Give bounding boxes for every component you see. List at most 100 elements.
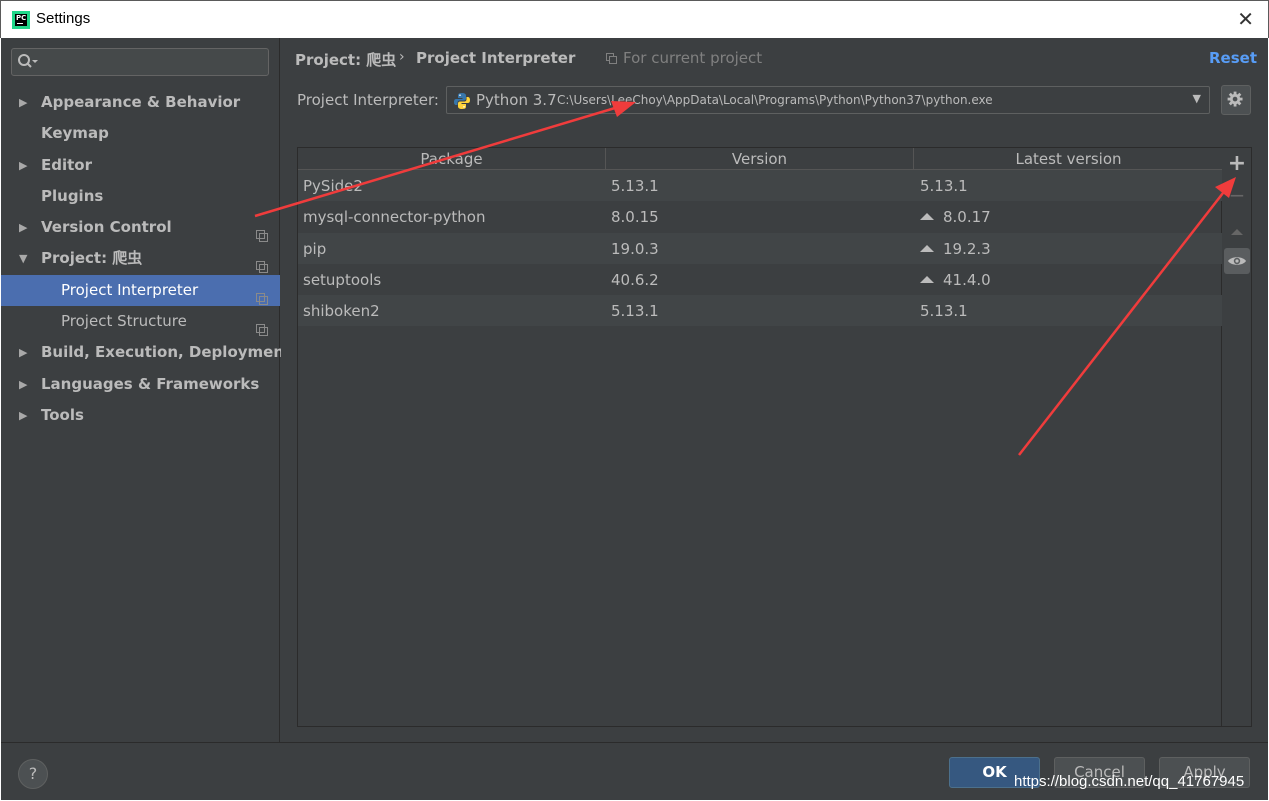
table-row[interactable]: setuptools 40.6.2 41.4.0: [298, 264, 1223, 295]
chevron-right-icon[interactable]: ▶: [19, 87, 27, 118]
remove-package-button[interactable]: −: [1226, 185, 1248, 208]
package-name-cell: shiboken2: [303, 302, 380, 321]
package-name-cell: setuptools: [303, 270, 382, 289]
sidebar-item-label: Version Control: [41, 218, 172, 237]
sidebar-item-editor[interactable]: ▶ Editor: [1, 150, 280, 181]
chevron-down-icon: ▼: [1192, 92, 1201, 105]
project-scope-icon: [256, 222, 268, 243]
add-package-button[interactable]: +: [1226, 153, 1248, 176]
sidebar-item-label: Languages & Frameworks: [41, 374, 260, 393]
latest-version-text: 8.0.17: [943, 208, 991, 227]
sidebar-item-project-interpreter[interactable]: Project Interpreter: [1, 274, 280, 307]
page-title: Project Interpreter: [416, 49, 576, 67]
dialog-footer: ? OK Cancel Apply https://blog.csdn.net/…: [1, 742, 1268, 800]
sidebar-item-plugins[interactable]: Plugins: [1, 181, 280, 212]
table-row[interactable]: pip 19.0.3 19.2.3: [298, 232, 1223, 264]
chevron-right-icon[interactable]: ▶: [19, 400, 27, 431]
sidebar-item-label: Project: 爬虫: [41, 249, 143, 268]
pycharm-logo-icon: PC: [12, 11, 30, 29]
breadcrumb-separator: ›: [399, 49, 405, 65]
interpreter-dropdown[interactable]: Python 3.7 C:\Users\LeeChoy\AppData\Loca…: [446, 86, 1210, 114]
python-logo-icon: [454, 93, 470, 109]
breadcrumb-parent: Project: 爬虫: [295, 51, 397, 69]
sidebar-item-tools[interactable]: ▶ Tools: [1, 400, 280, 431]
sidebar-item-label: Build, Execution, Deployment: [41, 343, 292, 362]
sidebar-item-label: Editor: [41, 155, 92, 174]
interpreter-settings-button[interactable]: [1221, 85, 1251, 115]
version-cell: 5.13.1: [611, 177, 659, 195]
sidebar-item-project-structure[interactable]: Project Structure: [1, 306, 280, 337]
reset-link[interactable]: Reset: [1209, 49, 1257, 67]
latest-version-cell: 5.13.1: [920, 302, 968, 320]
latest-version-cell: 8.0.17: [920, 208, 991, 226]
scope-label: For current project: [623, 49, 763, 67]
project-scope-icon: [256, 253, 268, 274]
upgrade-available-icon: [920, 275, 934, 283]
latest-version-cell: 41.4.0: [920, 271, 991, 289]
version-cell: 40.6.2: [611, 270, 659, 289]
sidebar-item-label: Project Interpreter: [61, 280, 199, 299]
column-header-version[interactable]: Version: [606, 148, 914, 170]
sidebar-item-label: Appearance & Behavior: [41, 93, 241, 111]
packages-table: Package Version Latest version PySide2 5.…: [297, 147, 1223, 727]
sidebar-item-appearance-behavior[interactable]: ▶ Appearance & Behavior: [1, 87, 280, 118]
sidebar-item-build-execution-deployment[interactable]: ▶ Build, Execution, Deployment: [1, 337, 291, 368]
project-scope-icon: [256, 285, 268, 305]
settings-sidebar: ▶ Appearance & Behavior Keymap ▶ Editor Plugi…: [1, 38, 291, 742]
interpreter-path: C:\Users\LeeChoy\AppData\Local\Programs\…: [557, 93, 993, 107]
version-cell: 5.13.1: [611, 302, 659, 321]
upgrade-available-icon: [920, 244, 934, 252]
latest-version-text: 19.2.3: [943, 239, 991, 258]
sidebar-item-project[interactable]: ▼ Project: 爬虫: [1, 243, 280, 274]
table-row[interactable]: PySide2 5.13.1 5.13.1: [298, 170, 1223, 202]
sidebar-item-label: Tools: [41, 405, 84, 424]
chevron-right-icon[interactable]: ▶: [19, 369, 27, 400]
table-body: PySide2 5.13.1 5.13.1 mysql-connector-pytho…: [298, 170, 1223, 327]
window-title: Settings: [36, 10, 91, 27]
close-icon[interactable]: ✕: [1237, 7, 1254, 31]
table-header: Package Version Latest version: [298, 148, 1223, 170]
latest-version-text: 5.13.1: [920, 177, 968, 195]
version-cell: 19.0.3: [611, 239, 659, 258]
sidebar-item-label: Plugins: [41, 186, 104, 205]
sidebar-item-label: Keymap: [41, 124, 109, 143]
sidebar-item-languages-frameworks[interactable]: ▶ Languages & Frameworks: [1, 369, 280, 400]
settings-search-input[interactable]: [11, 48, 269, 76]
settings-tree: ▶ Appearance & Behavior Keymap ▶ Editor Plugi…: [1, 87, 291, 431]
package-toolbar: + −: [1222, 147, 1252, 727]
upgrade-icon: [1231, 229, 1243, 235]
interpreter-label: Project Interpreter:: [297, 91, 439, 109]
upgrade-package-button[interactable]: [1226, 220, 1248, 242]
latest-version-text: 5.13.1: [920, 302, 968, 321]
latest-version-cell: 19.2.3: [920, 240, 991, 258]
help-button[interactable]: ?: [18, 759, 48, 789]
show-early-releases-button[interactable]: [1224, 248, 1250, 274]
watermark: https://blog.csdn.net/qq_41767945: [1014, 773, 1245, 790]
column-header-latest-version[interactable]: Latest version: [914, 148, 1223, 170]
sidebar-item-label: Project Structure: [61, 312, 187, 331]
table-row[interactable]: mysql-connector-python 8.0.15 8.0.17: [298, 201, 1223, 232]
copy-icon: [606, 53, 617, 64]
package-name-cell: PySide2: [303, 177, 363, 195]
chevron-right-icon[interactable]: ▶: [19, 212, 27, 243]
chevron-right-icon[interactable]: ▶: [19, 150, 27, 181]
gear-icon: [1227, 91, 1243, 107]
version-cell: 8.0.15: [611, 208, 659, 227]
table-row[interactable]: shiboken2 5.13.1 5.13.1: [298, 295, 1223, 327]
column-header-package[interactable]: Package: [298, 148, 606, 170]
upgrade-available-icon: [920, 213, 934, 221]
title-bar: PC Settings ✕: [0, 0, 1269, 38]
chevron-right-icon[interactable]: ▶: [19, 337, 27, 368]
sidebar-item-version-control[interactable]: ▶ Version Control: [1, 212, 280, 243]
package-name-cell: pip: [303, 239, 327, 258]
settings-content: Project: 爬虫 › Project Interpreter For cu…: [281, 38, 1268, 742]
latest-version-text: 41.4.0: [943, 270, 991, 289]
project-scope-icon: [256, 316, 268, 337]
eye-icon: [1228, 257, 1246, 265]
settings-body: ▶ Appearance & Behavior Keymap ▶ Editor Plugi…: [1, 38, 1268, 742]
latest-version-cell: 5.13.1: [920, 177, 968, 195]
search-icon: [18, 54, 38, 68]
chevron-down-icon[interactable]: ▼: [19, 243, 27, 274]
sidebar-item-keymap[interactable]: Keymap: [1, 118, 280, 149]
interpreter-name: Python 3.7: [476, 91, 557, 109]
